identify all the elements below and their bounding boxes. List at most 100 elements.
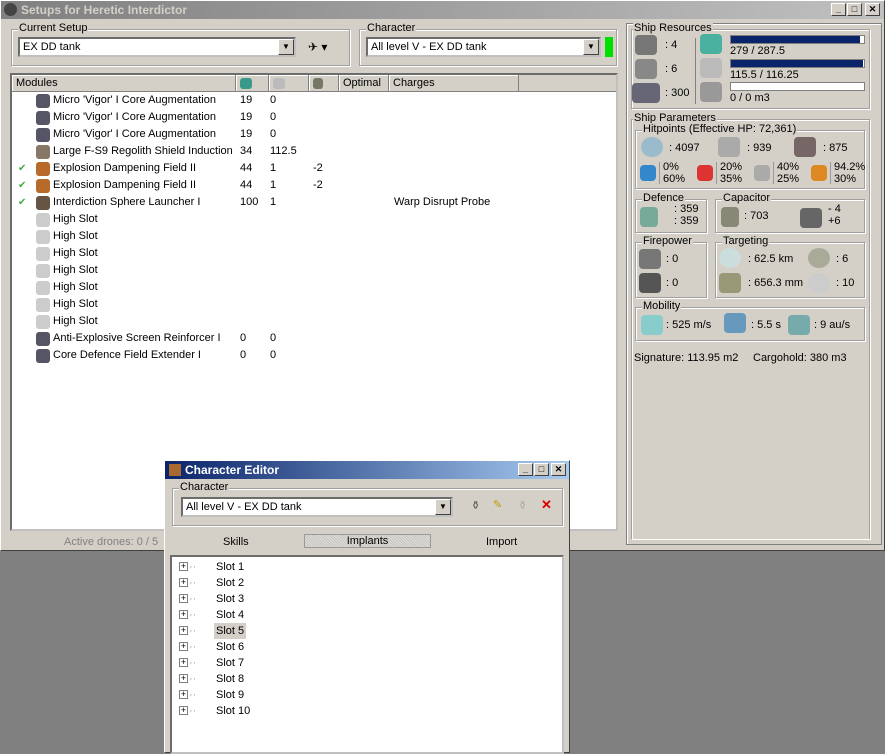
character-select[interactable]: All level V - EX DD tank ▼ <box>366 37 601 57</box>
capacitor-delta-a: - 4 <box>828 203 841 215</box>
character-group: Character All level V - EX DD tank ▼ <box>359 22 617 66</box>
tab-skills[interactable]: Skills <box>223 536 249 548</box>
col-charges[interactable]: Charges <box>389 75 519 91</box>
tree-line: ·· <box>189 641 197 653</box>
delete-character-icon[interactable]: ✕ <box>541 497 552 513</box>
implant-slot-item[interactable]: + ·· Slot 8 <box>172 671 562 687</box>
chevron-down-icon[interactable]: ▼ <box>278 39 294 55</box>
module-name: High Slot <box>53 230 98 242</box>
col-modules[interactable]: Modules <box>12 75 236 91</box>
implant-slots-tree[interactable]: + ·· Slot 1 + ·· Slot 2 + ·· Slot 3 + ··… <box>170 555 564 754</box>
launcher-count: : 6 <box>665 63 678 75</box>
new-character-icon[interactable]: ⚱ <box>471 499 480 512</box>
launcher-hardpoint-icon <box>635 59 657 79</box>
expand-icon[interactable]: + <box>179 658 188 667</box>
col-powergrid[interactable] <box>269 75 309 91</box>
implant-slot-item[interactable]: + ·· Slot 10 <box>172 703 562 719</box>
expand-icon[interactable]: + <box>179 610 188 619</box>
maximize-button[interactable]: □ <box>847 3 862 16</box>
module-row[interactable]: ✔ Interdiction Sphere Launcher I 100 1 W… <box>12 194 616 211</box>
module-name: High Slot <box>53 247 98 259</box>
editor-character-select[interactable]: All level V - EX DD tank ▼ <box>181 497 453 517</box>
turret-hardpoint-icon <box>635 35 657 55</box>
module-cpu: 19 <box>240 94 253 106</box>
implant-slot-item[interactable]: + ·· Slot 6 <box>172 639 562 655</box>
tree-line: ·· <box>189 689 197 701</box>
empty-slot-icon <box>36 230 50 244</box>
module-row[interactable]: Micro 'Vigor' I Core Augmentation 19 0 <box>12 126 616 143</box>
module-row[interactable]: High Slot <box>12 313 616 330</box>
col-optimal[interactable]: Optimal <box>339 75 389 91</box>
module-row[interactable]: Micro 'Vigor' I Core Augmentation 19 0 <box>12 109 616 126</box>
tree-line: ·· <box>189 657 197 669</box>
powergrid-value: 115.5 / 116.25 <box>730 69 799 81</box>
editor-close-button[interactable]: ✕ <box>551 463 566 476</box>
implant-slot-item[interactable]: + ·· Slot 1 <box>172 559 562 575</box>
module-row[interactable]: High Slot <box>12 279 616 296</box>
tab-import[interactable]: Import <box>486 536 517 548</box>
editor-title: Character Editor <box>185 463 280 477</box>
module-row[interactable]: Micro 'Vigor' I Core Augmentation 19 0 <box>12 92 616 109</box>
expand-icon[interactable]: + <box>179 690 188 699</box>
module-row[interactable]: High Slot <box>12 245 616 262</box>
edit-character-icon[interactable]: ✎ <box>493 498 502 511</box>
module-name: High Slot <box>53 315 98 327</box>
slot-label: Slot 8 <box>216 673 245 685</box>
expand-icon[interactable]: + <box>179 706 188 715</box>
current-setup-value: EX DD tank <box>23 41 81 53</box>
thermal-resist-icon <box>697 165 713 181</box>
module-name: Anti-Explosive Screen Reinforcer I <box>53 332 221 344</box>
tab-implants[interactable]: Implants <box>304 534 431 548</box>
expand-icon[interactable]: + <box>179 594 188 603</box>
implant-slot-item[interactable]: + ·· Slot 2 <box>172 575 562 591</box>
divider <box>773 162 774 184</box>
module-name: High Slot <box>53 298 98 310</box>
editor-title-bar: Character Editor _ □ ✕ <box>165 461 569 479</box>
setup-tools-icon[interactable]: ✈ ▾ <box>308 40 327 54</box>
implant-slot-item[interactable]: + ·· Slot 9 <box>172 687 562 703</box>
firepower-label: Firepower <box>642 235 693 247</box>
copy-character-icon[interactable]: ⚱ <box>518 499 527 512</box>
character-status-indicator <box>605 37 613 57</box>
module-name: Interdiction Sphere Launcher I <box>53 196 201 208</box>
module-row[interactable]: ✔ Explosion Dampening Field II 44 1 -2 <box>12 177 616 194</box>
editor-minimize-button[interactable]: _ <box>518 463 533 476</box>
implant-slot-item[interactable]: + ·· Slot 5 <box>172 623 562 639</box>
chevron-down-icon[interactable]: ▼ <box>435 499 451 515</box>
chevron-down-icon[interactable]: ▼ <box>583 39 599 55</box>
editor-character-group: Character All level V - EX DD tank ▼ ⚱ ✎ … <box>172 481 563 526</box>
module-row[interactable]: Large F-S9 Regolith Shield Induction 34 … <box>12 143 616 160</box>
col-capacitor[interactable] <box>309 75 339 91</box>
expand-icon[interactable]: + <box>179 578 188 587</box>
expand-icon[interactable]: + <box>179 562 188 571</box>
expand-icon[interactable]: + <box>179 626 188 635</box>
implant-slot-item[interactable]: + ·· Slot 4 <box>172 607 562 623</box>
tree-line: ·· <box>189 593 197 605</box>
empty-slot-icon <box>36 281 50 295</box>
module-row[interactable]: ✔ Explosion Dampening Field II 44 1 -2 <box>12 160 616 177</box>
expand-icon[interactable]: + <box>179 642 188 651</box>
module-row[interactable]: High Slot <box>12 262 616 279</box>
module-row[interactable]: High Slot <box>12 228 616 245</box>
current-setup-select[interactable]: EX DD tank ▼ <box>18 37 296 57</box>
current-setup-group: Current Setup EX DD tank ▼ ✈ ▾ <box>11 22 350 66</box>
module-powergrid: 0 <box>270 111 277 123</box>
module-row[interactable]: Anti-Explosive Screen Reinforcer I 0 0 <box>12 330 616 347</box>
capacitor-recharge-icon <box>800 208 822 228</box>
module-row[interactable]: High Slot <box>12 296 616 313</box>
editor-maximize-button[interactable]: □ <box>534 463 549 476</box>
expand-icon[interactable]: + <box>179 674 188 683</box>
module-row[interactable]: Core Defence Field Extender I 0 0 <box>12 347 616 364</box>
scan-resolution-icon <box>719 273 741 293</box>
warp-speed-icon <box>788 315 810 335</box>
module-row[interactable]: High Slot <box>12 211 616 228</box>
capacitor-icon <box>721 207 739 227</box>
close-button[interactable]: ✕ <box>865 3 880 16</box>
implant-slot-item[interactable]: + ·· Slot 3 <box>172 591 562 607</box>
minimize-button[interactable]: _ <box>831 3 846 16</box>
implant-slot-item[interactable]: + ·· Slot 7 <box>172 655 562 671</box>
targeting-group: Targeting : 62.5 km : 6 : 656.3 mm : 10 <box>715 235 865 298</box>
cargohold: Cargohold: 380 m3 <box>753 352 847 364</box>
col-cpu[interactable] <box>236 75 269 91</box>
tree-line: ·· <box>189 577 197 589</box>
